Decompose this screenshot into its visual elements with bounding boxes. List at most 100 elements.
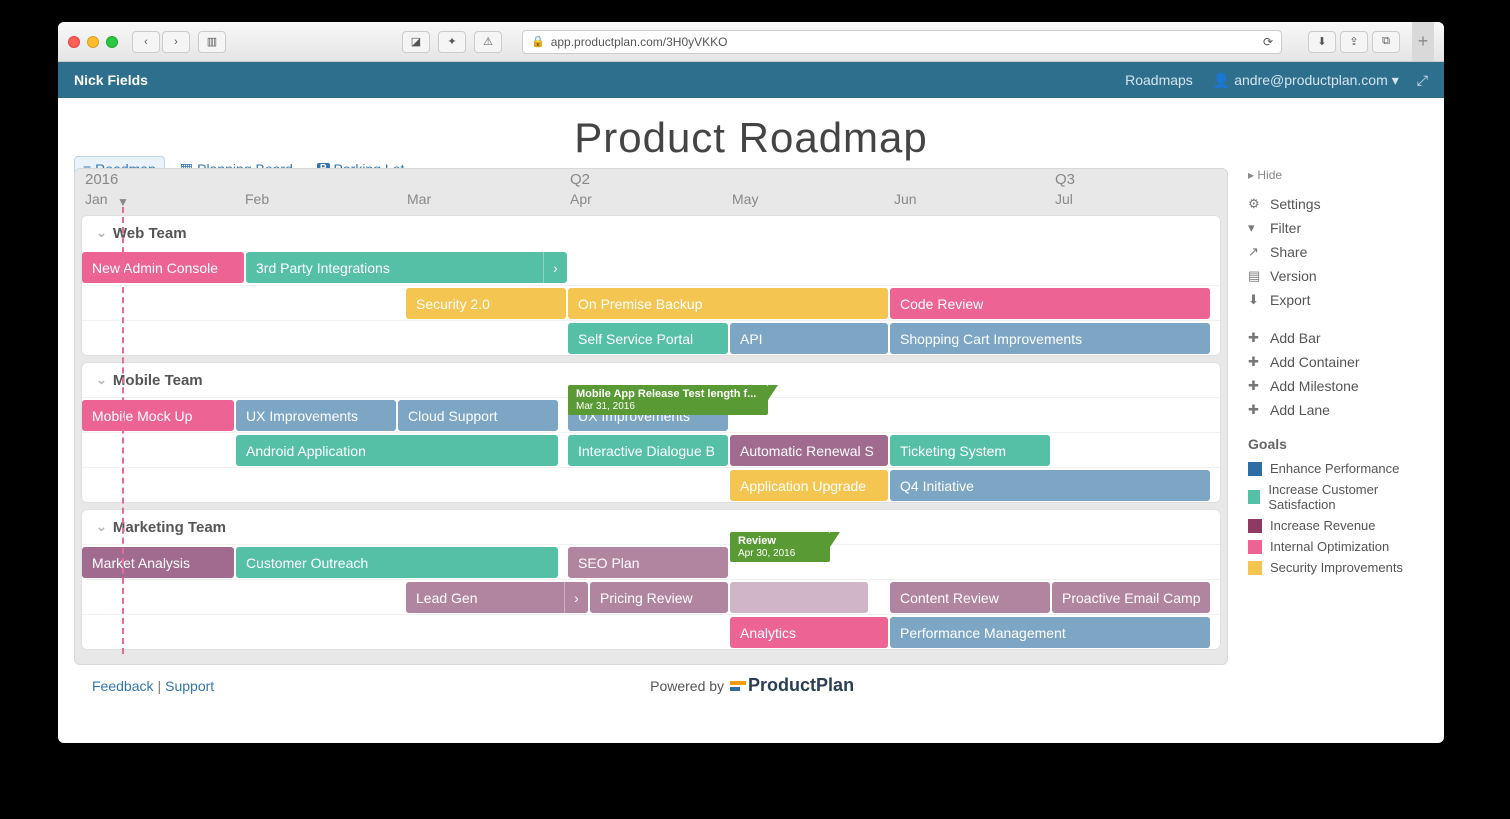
close-window-icon[interactable] [68,36,80,48]
bar-content-review[interactable]: Content Review [890,582,1050,613]
month-label: Jun [894,191,917,207]
goal-swatch [1248,540,1262,554]
download-icon[interactable]: ⬇ [1308,31,1336,53]
bar-interactive-dialogue[interactable]: Interactive Dialogue B [568,435,728,466]
powered-by-label: Powered by [650,678,724,694]
bar-cloud-support[interactable]: Cloud Support [398,400,558,431]
chevron-down-icon: ⌄ [96,519,107,535]
minimize-window-icon[interactable] [87,36,99,48]
lane-web-team: ⌄Web Team New Admin Console 3rd Party In… [81,215,1221,356]
goal-swatch [1248,462,1262,476]
add-container-link[interactable]: ✚Add Container [1248,350,1428,374]
lane-marketing-team: ⌄Marketing Team ReviewApr 30, 2016 Marke… [81,509,1221,650]
bar-on-premise-backup[interactable]: On Premise Backup [568,288,888,319]
bar-lead-gen[interactable]: Lead Gen› [406,582,588,613]
logo-icon [730,681,746,691]
warning-icon[interactable]: ⚠ [474,31,502,53]
hide-panel-link[interactable]: ▸ Hide [1248,168,1428,182]
month-label: Jul [1055,191,1073,207]
bar-seo-plan[interactable]: SEO Plan [568,547,728,578]
goal-swatch [1248,519,1262,533]
share-link[interactable]: ↗Share [1248,240,1428,264]
window-controls [68,36,118,48]
caret-down-icon: ▾ [1392,72,1399,89]
roadmaps-link[interactable]: Roadmaps [1125,72,1193,88]
owner-name: Nick Fields [74,72,148,88]
maximize-window-icon[interactable] [106,36,118,48]
goal-swatch [1248,561,1262,575]
goal-item[interactable]: Increase Customer Satisfaction [1248,479,1428,515]
bar-performance-mgmt[interactable]: Performance Management [890,617,1210,648]
goal-item[interactable]: Enhance Performance [1248,458,1428,479]
plus-icon: ✚ [1248,402,1262,418]
bar-shopping-cart-improvements[interactable]: Shopping Cart Improvements [890,323,1210,354]
filter-link[interactable]: ▾Filter [1248,216,1428,240]
add-milestone-link[interactable]: ✚Add Milestone [1248,374,1428,398]
bar-new-admin-console[interactable]: New Admin Console [82,252,244,283]
reload-icon[interactable]: ⟳ [1263,35,1273,49]
back-button[interactable]: ‹ [132,31,160,53]
wand-icon[interactable]: ✦ [438,31,466,53]
goals-heading: Goals [1248,436,1428,452]
share-icon[interactable]: ⇪ [1340,31,1368,53]
bar-market-analysis[interactable]: Market Analysis [82,547,234,578]
lane-header[interactable]: ⌄Marketing Team [82,510,1220,544]
bar-spacer [730,582,868,613]
lane-header[interactable]: ⌄Web Team [82,216,1220,250]
month-label: Jan [85,191,108,207]
bar-pricing-review[interactable]: Pricing Review [590,582,728,613]
sidebar-toggle-icon[interactable]: ▥ [198,31,226,53]
today-marker [122,207,124,654]
settings-link[interactable]: ⚙Settings [1248,192,1428,216]
chevron-down-icon: ⌄ [96,372,107,388]
quarter-label: Q3 [1055,171,1075,188]
tabs-icon[interactable]: ⧉ [1372,31,1400,53]
bar-automatic-renewal[interactable]: Automatic Renewal S [730,435,888,466]
bar-application-upgrade[interactable]: Application Upgrade [730,470,888,501]
bar-android-app[interactable]: Android Application [236,435,558,466]
timeline: 2016 Q2 Q3 Jan Feb Mar Apr May Jun Jul ⌄… [74,168,1228,665]
bar-3rd-party-integrations[interactable]: 3rd Party Integrations› [246,252,567,283]
add-lane-link[interactable]: ✚Add Lane [1248,398,1428,422]
forward-button[interactable]: › [162,31,190,53]
user-icon: 👤 [1213,72,1230,89]
milestone-mobile-release[interactable]: Mobile App Release Test length f...Mar 3… [568,385,768,415]
goal-item[interactable]: Security Improvements [1248,557,1428,578]
address-bar[interactable]: 🔒 app.productplan.com/3H0yVKKO ⟳ [522,30,1282,54]
year-label: 2016 [85,171,118,188]
new-tab-button[interactable]: + [1412,22,1434,61]
bar-ticketing-system[interactable]: Ticketing System [890,435,1050,466]
bar-customer-outreach[interactable]: Customer Outreach [236,547,558,578]
productplan-logo[interactable]: ProductPlan [730,675,854,696]
lock-icon: 🔒 [531,35,545,48]
goal-item[interactable]: Internal Optimization [1248,536,1428,557]
bar-code-review[interactable]: Code Review [890,288,1210,319]
month-label: Mar [407,191,431,207]
chevron-right-icon: › [564,582,588,613]
bar-mobile-mock-up[interactable]: Mobile Mock Up [82,400,234,431]
support-link[interactable]: Support [165,678,214,694]
bar-analytics[interactable]: Analytics [730,617,888,648]
footer: Feedback | Support Powered by ProductPla… [74,665,1428,706]
bar-self-service-portal[interactable]: Self Service Portal [568,323,728,354]
account-menu[interactable]: 👤 andre@productplan.com ▾ [1213,72,1399,89]
fullscreen-icon[interactable]: ⤢ [1417,72,1428,89]
bar-ux-improvements-1[interactable]: UX Improvements [236,400,396,431]
app-header: Nick Fields Roadmaps 👤 andre@productplan… [58,62,1444,98]
add-bar-link[interactable]: ✚Add Bar [1248,326,1428,350]
gear-icon: ⚙ [1248,196,1262,212]
export-link[interactable]: ⬇Export [1248,288,1428,312]
reader-icon[interactable]: ◪ [402,31,430,53]
goal-item[interactable]: Increase Revenue [1248,515,1428,536]
bar-api[interactable]: API [730,323,888,354]
milestone-review[interactable]: ReviewApr 30, 2016 [730,532,830,562]
version-icon: ▤ [1248,268,1262,284]
bar-security-2[interactable]: Security 2.0 [406,288,566,319]
timeline-header: 2016 Q2 Q3 Jan Feb Mar Apr May Jun Jul [75,169,1227,213]
goal-swatch [1248,490,1260,504]
bar-proactive-email[interactable]: Proactive Email Camp [1052,582,1210,613]
bar-q4-initiative[interactable]: Q4 Initiative [890,470,1210,501]
version-link[interactable]: ▤Version [1248,264,1428,288]
browser-window: ‹ › ▥ ◪ ✦ ⚠ 🔒 app.productplan.com/3H0yVK… [58,22,1444,743]
feedback-link[interactable]: Feedback [92,678,153,694]
